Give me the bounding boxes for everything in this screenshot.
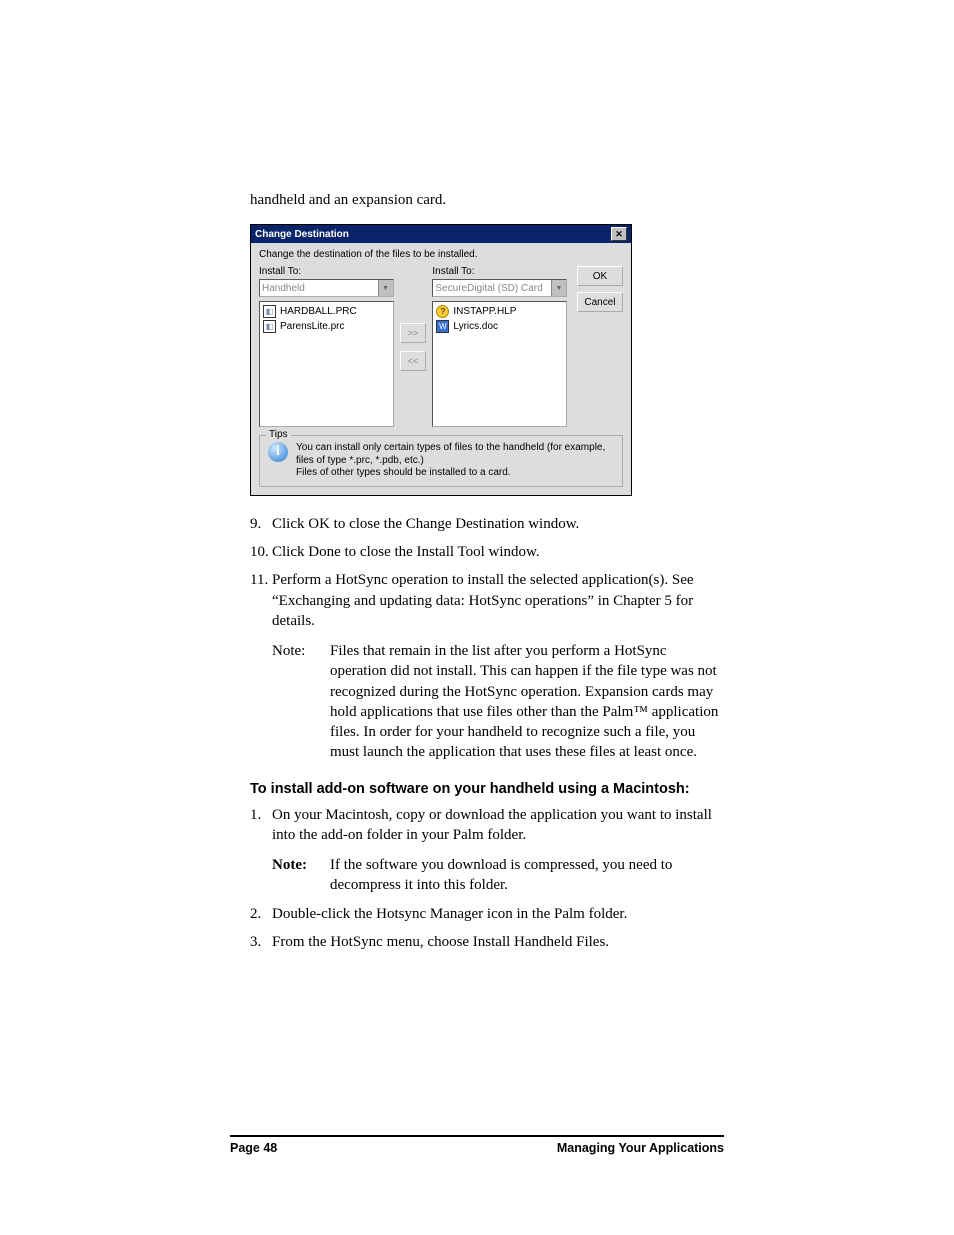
steps-list: 9. Click OK to close the Change Destinat…	[250, 514, 724, 763]
step-number: 10.	[250, 542, 272, 562]
right-destination-combo[interactable]: SecureDigital (SD) Card ▼	[432, 279, 567, 297]
chevron-down-icon[interactable]: ▼	[378, 280, 393, 296]
doc-file-icon: W	[436, 320, 449, 333]
step-item: 3. From the HotSync menu, choose Install…	[250, 932, 724, 952]
list-item-label: HARDBALL.PRC	[280, 306, 357, 317]
step-item: 10. Click Done to close the Install Tool…	[250, 542, 724, 562]
list-item[interactable]: W Lyrics.doc	[435, 319, 564, 334]
tips-line: Files of other types should be installed…	[296, 467, 614, 480]
list-item[interactable]: ? INSTAPP.HLP	[435, 304, 564, 319]
right-install-to-label: Install To:	[432, 266, 567, 277]
step-text: From the HotSync menu, choose Install Ha…	[272, 932, 724, 952]
list-item-label: INSTAPP.HLP	[453, 306, 516, 317]
step-item: 2. Double-click the Hotsync Manager icon…	[250, 904, 724, 924]
note-text: If the software you download is compress…	[330, 855, 724, 896]
tips-line: You can install only certain types of fi…	[296, 442, 614, 467]
step-number: 9.	[250, 514, 272, 534]
left-combo-value: Handheld	[262, 283, 305, 294]
move-right-button[interactable]: >>	[400, 323, 426, 343]
right-file-list[interactable]: ? INSTAPP.HLP W Lyrics.doc	[432, 301, 567, 427]
footer-section-title: Managing Your Applications	[557, 1141, 724, 1155]
right-combo-value: SecureDigital (SD) Card	[435, 283, 542, 294]
step-number: 3.	[250, 932, 272, 952]
left-panel: Install To: Handheld ▼ ◧ HARDBALL.PRC ◧ …	[259, 266, 394, 427]
step-text-inner: Perform a HotSync operation to install t…	[272, 572, 694, 629]
ok-button[interactable]: OK	[577, 266, 623, 286]
mac-steps-list: 1. On your Macintosh, copy or download t…	[250, 805, 724, 953]
footer-page-number: Page 48	[230, 1141, 277, 1155]
move-left-button[interactable]: <<	[400, 351, 426, 371]
step-text: Perform a HotSync operation to install t…	[272, 570, 724, 762]
list-item-label: ParensLite.prc	[280, 321, 344, 332]
prc-file-icon: ◧	[263, 320, 276, 333]
step-text: Double-click the Hotsync Manager icon in…	[272, 904, 724, 924]
step-item: 11. Perform a HotSync operation to insta…	[250, 570, 724, 762]
tips-group: Tips i You can install only certain type…	[259, 435, 623, 487]
left-file-list[interactable]: ◧ HARDBALL.PRC ◧ ParensLite.prc	[259, 301, 394, 427]
dialog-button-column: OK Cancel	[577, 266, 623, 427]
right-panel: Install To: SecureDigital (SD) Card ▼ ? …	[432, 266, 567, 427]
list-item-label: Lyrics.doc	[453, 321, 498, 332]
step-item: 9. Click OK to close the Change Destinat…	[250, 514, 724, 534]
left-destination-combo[interactable]: Handheld ▼	[259, 279, 394, 297]
left-install-to-label: Install To:	[259, 266, 394, 277]
prc-file-icon: ◧	[263, 305, 276, 318]
tips-legend: Tips	[266, 429, 291, 440]
info-icon: i	[268, 442, 288, 462]
step-number: 2.	[250, 904, 272, 924]
move-buttons: >> <<	[400, 266, 427, 427]
dialog-title: Change Destination	[255, 229, 349, 240]
intro-paragraph: handheld and an expansion card.	[250, 190, 724, 210]
change-destination-dialog: Change Destination ✕ Change the destinat…	[250, 224, 632, 496]
note-label: Note:	[272, 641, 330, 763]
list-item[interactable]: ◧ HARDBALL.PRC	[262, 304, 391, 319]
mac-subheading: To install add-on software on your handh…	[250, 781, 724, 797]
list-item[interactable]: ◧ ParensLite.prc	[262, 319, 391, 334]
close-icon[interactable]: ✕	[611, 227, 627, 241]
step-text-inner: On your Macintosh, copy or download the …	[272, 807, 712, 843]
note-label: Note:	[272, 855, 330, 896]
step-text: Click OK to close the Change Destination…	[272, 514, 724, 534]
tips-text: You can install only certain types of fi…	[296, 442, 614, 480]
note-text: Files that remain in the list after you …	[330, 641, 724, 763]
dialog-titlebar: Change Destination ✕	[251, 225, 631, 243]
step-item: 1. On your Macintosh, copy or download t…	[250, 805, 724, 896]
step-text: On your Macintosh, copy or download the …	[272, 805, 724, 896]
document-page: handheld and an expansion card. Change D…	[0, 0, 954, 1235]
step-number: 1.	[250, 805, 272, 896]
page-footer: Page 48 Managing Your Applications	[230, 1135, 724, 1155]
cancel-button[interactable]: Cancel	[577, 292, 623, 312]
hlp-file-icon: ?	[436, 305, 449, 318]
chevron-down-icon[interactable]: ▼	[551, 280, 566, 296]
step-text: Click Done to close the Install Tool win…	[272, 542, 724, 562]
step-number: 11.	[250, 570, 272, 762]
dialog-caption: Change the destination of the files to b…	[259, 249, 623, 260]
